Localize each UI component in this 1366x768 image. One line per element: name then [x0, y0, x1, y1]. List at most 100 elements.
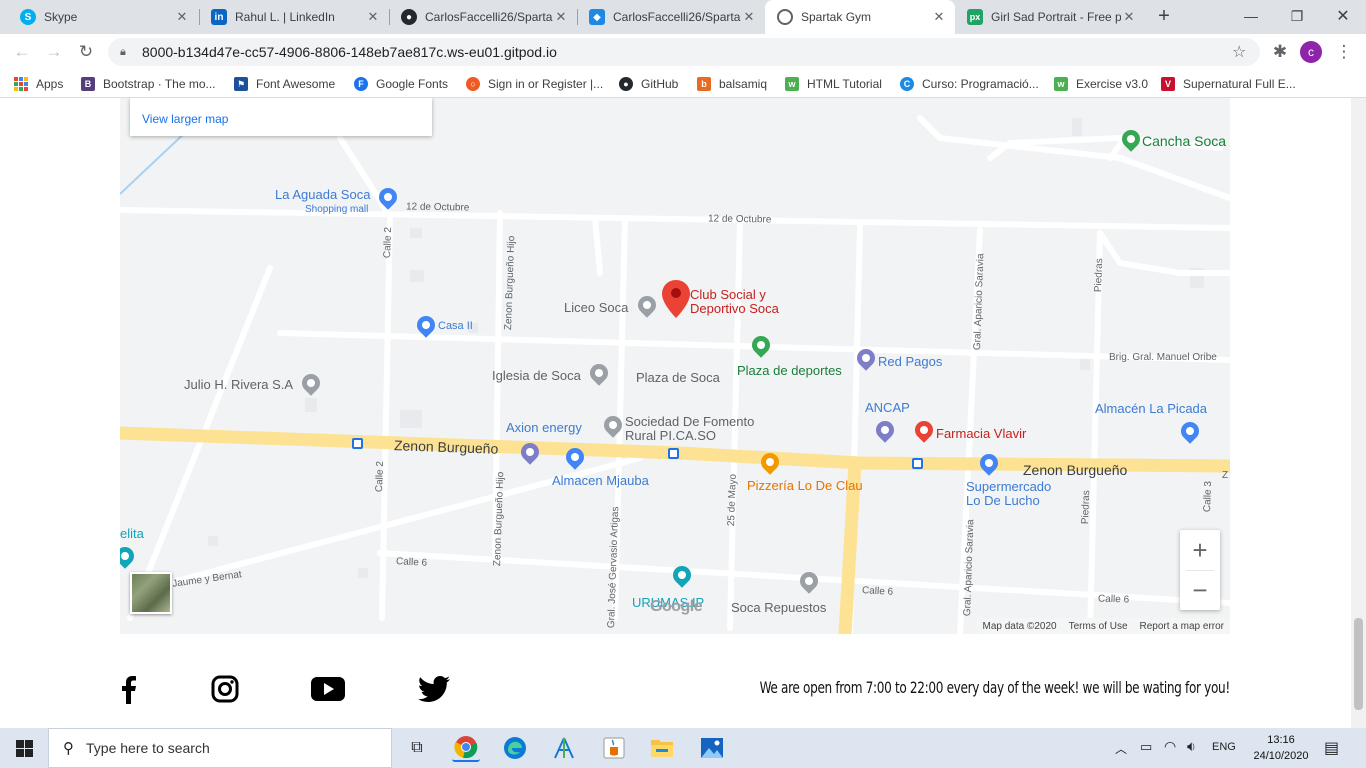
terms-link[interactable]: Terms of Use — [1069, 621, 1128, 632]
bus-stop-icon[interactable] — [352, 438, 363, 449]
java-taskbar-icon[interactable] — [600, 734, 628, 762]
bookmark-google-fonts[interactable]: F Google Fonts — [354, 76, 448, 92]
close-icon[interactable]: ✕ — [174, 9, 190, 25]
place-farmacia[interactable]: Farmacia Vlavir — [936, 427, 1026, 441]
bookmark-curso[interactable]: C Curso: Programació... — [900, 76, 1039, 92]
minimize-icon[interactable]: — — [1228, 0, 1274, 32]
place-almacen-mjauba[interactable]: Almacen Mjauba — [552, 474, 649, 488]
place-axion[interactable]: Axion energy — [506, 421, 582, 435]
bookmark-github[interactable]: ● GitHub — [619, 76, 678, 92]
twitter-icon[interactable] — [416, 672, 452, 706]
maximize-icon[interactable]: ❐ — [1274, 0, 1320, 32]
map-roads-layer — [120, 115, 1230, 634]
road-label: Calle 6 — [395, 556, 428, 569]
place-julio-rivera[interactable]: Julio H. Rivera S.A — [184, 378, 293, 392]
chrome-taskbar-icon[interactable] — [452, 734, 480, 762]
bookmark-supernatural[interactable]: V Supernatural Full E... — [1161, 76, 1296, 92]
tab-linkedin[interactable]: in Rahul L. | LinkedIn ✕ — [199, 0, 389, 34]
zoom-out-button[interactable]: − — [1180, 570, 1220, 610]
place-red-pagos[interactable]: Red Pagos — [878, 355, 942, 369]
bookmark-sign-in[interactable]: ○ Sign in or Register |... — [466, 76, 603, 92]
extensions-icon[interactable]: ✱ — [1268, 40, 1292, 64]
url-text[interactable]: 8000-b134d47e-cc57-4906-8806-148eb7ae817… — [142, 44, 1232, 60]
close-icon[interactable]: ✕ — [1121, 9, 1137, 25]
bookmark-balsamiq[interactable]: b balsamiq — [697, 76, 767, 92]
place-la-aguada[interactable]: La Aguada Soca — [275, 188, 370, 202]
bookmark-html-tutorial[interactable]: w HTML Tutorial — [785, 76, 882, 92]
windows-start-button[interactable] — [0, 728, 48, 768]
place-casa-ii[interactable]: Casa II — [438, 319, 473, 333]
volume-icon[interactable]: 🔉︎ — [1187, 738, 1196, 755]
course-icon: C — [900, 77, 914, 91]
place-sociedad-fomento[interactable]: Sociedad De Fomento Rural PI.CA.SO — [625, 415, 754, 443]
language-indicator[interactable]: ENG — [1212, 741, 1236, 753]
place-soca-repuestos[interactable]: Soca Repuestos — [731, 601, 826, 615]
youtube-icon[interactable] — [310, 672, 346, 706]
place-liceo-soca[interactable]: Liceo Soca — [564, 301, 628, 315]
bus-stop-icon[interactable] — [668, 448, 679, 459]
clock-time: 13:16 — [1267, 734, 1295, 746]
tab-title: Spartak Gym — [801, 10, 872, 24]
photos-taskbar-icon[interactable] — [698, 734, 726, 762]
taskbar-search-box[interactable]: ⚲ Type here to search — [48, 728, 392, 768]
forward-arrow-icon[interactable]: → — [42, 40, 66, 64]
bookmark-exercise[interactable]: w Exercise v3.0 — [1054, 76, 1148, 92]
place-cancha-soca[interactable]: Cancha Soca — [1142, 134, 1226, 148]
place-plaza-de-soca[interactable]: Plaza de Soca — [636, 371, 720, 385]
place-iglesia[interactable]: Iglesia de Soca — [492, 369, 581, 383]
file-explorer-taskbar-icon[interactable] — [648, 734, 676, 762]
close-icon[interactable]: ✕ — [931, 9, 947, 25]
close-icon[interactable]: ✕ — [553, 9, 569, 25]
reload-icon[interactable]: ↻ — [74, 40, 98, 64]
star-icon[interactable]: ☆ — [1232, 42, 1260, 62]
tab-skype[interactable]: S Skype ✕ — [8, 0, 198, 34]
battery-icon[interactable]: ▭ — [1140, 739, 1156, 755]
search-placeholder: Type here to search — [86, 740, 210, 756]
tab-gitpod[interactable]: ◆ CarlosFaccelli26/Spartak ✕ — [577, 0, 765, 34]
notifications-icon[interactable]: ▤ — [1324, 738, 1339, 758]
place-plaza-deportes[interactable]: Plaza de deportes — [737, 364, 842, 378]
tab-spartak-gym[interactable]: Spartak Gym ✕ — [765, 0, 955, 34]
place-supermercado[interactable]: Supermercado Lo De Lucho — [966, 480, 1051, 508]
tab-github-repo[interactable]: ● CarlosFaccelli26/Spartak ✕ — [389, 0, 577, 34]
task-view-icon[interactable]: ⧉ — [403, 734, 431, 762]
bookmark-apps[interactable]: Apps — [14, 76, 63, 92]
show-hidden-icons[interactable]: ︿ — [1115, 740, 1127, 757]
satellite-toggle-button[interactable] — [130, 572, 172, 614]
close-icon[interactable]: ✕ — [741, 9, 757, 25]
instagram-icon[interactable] — [207, 672, 243, 706]
map-data-text: Map data ©2020 — [982, 620, 1057, 632]
view-larger-map-link[interactable]: View larger map — [142, 112, 228, 126]
wifi-icon[interactable]: ◠ — [1164, 738, 1176, 755]
bookmark-font-awesome[interactable]: ⚑ Font Awesome — [234, 76, 335, 92]
back-arrow-icon[interactable]: ← — [10, 40, 34, 64]
code-editor-taskbar-icon[interactable] — [550, 734, 578, 762]
new-tab-button[interactable]: + — [1142, 0, 1186, 32]
place-club-social[interactable]: Club Social y Deportivo Soca — [690, 288, 779, 316]
taskbar-clock[interactable]: 13:16 24/10/2020 — [1246, 732, 1316, 764]
bookmark-bootstrap[interactable]: B Bootstrap · The mo... — [81, 76, 216, 92]
bootstrap-icon: B — [81, 77, 95, 91]
embedded-google-map[interactable]: View larger map Cancha Soca La Aguada So… — [120, 98, 1230, 634]
road-label: Piedras — [1080, 490, 1093, 525]
menu-kebab-icon[interactable]: ⋮ — [1332, 40, 1356, 64]
place-pizzeria[interactable]: Pizzería Lo De Clau — [747, 479, 863, 493]
tab-pixlr[interactable]: px Girl Sad Portrait - Free p ✕ — [955, 0, 1145, 34]
report-error-link[interactable]: Report a map error — [1140, 621, 1224, 632]
edge-taskbar-icon[interactable] — [501, 734, 529, 762]
scrollbar-thumb[interactable] — [1354, 618, 1363, 710]
zoom-control: + − — [1180, 530, 1220, 610]
map-marker-icon[interactable] — [662, 280, 690, 320]
facebook-icon[interactable] — [110, 672, 146, 706]
zoom-in-button[interactable]: + — [1180, 530, 1220, 570]
balsamiq-icon: b — [697, 77, 711, 91]
place-almacen-picada[interactable]: Almacén La Picada — [1095, 402, 1207, 416]
close-window-icon[interactable]: ✕ — [1320, 0, 1366, 32]
profile-avatar[interactable]: c — [1300, 41, 1322, 63]
place-elita[interactable]: elita — [120, 527, 144, 541]
address-bar[interactable]: 🔒︎ 8000-b134d47e-cc57-4906-8806-148eb7ae… — [108, 38, 1260, 66]
close-icon[interactable]: ✕ — [365, 9, 381, 25]
place-ancap[interactable]: ANCAP — [865, 401, 910, 415]
bus-stop-icon[interactable] — [912, 458, 923, 469]
page-scrollbar[interactable] — [1351, 98, 1366, 728]
